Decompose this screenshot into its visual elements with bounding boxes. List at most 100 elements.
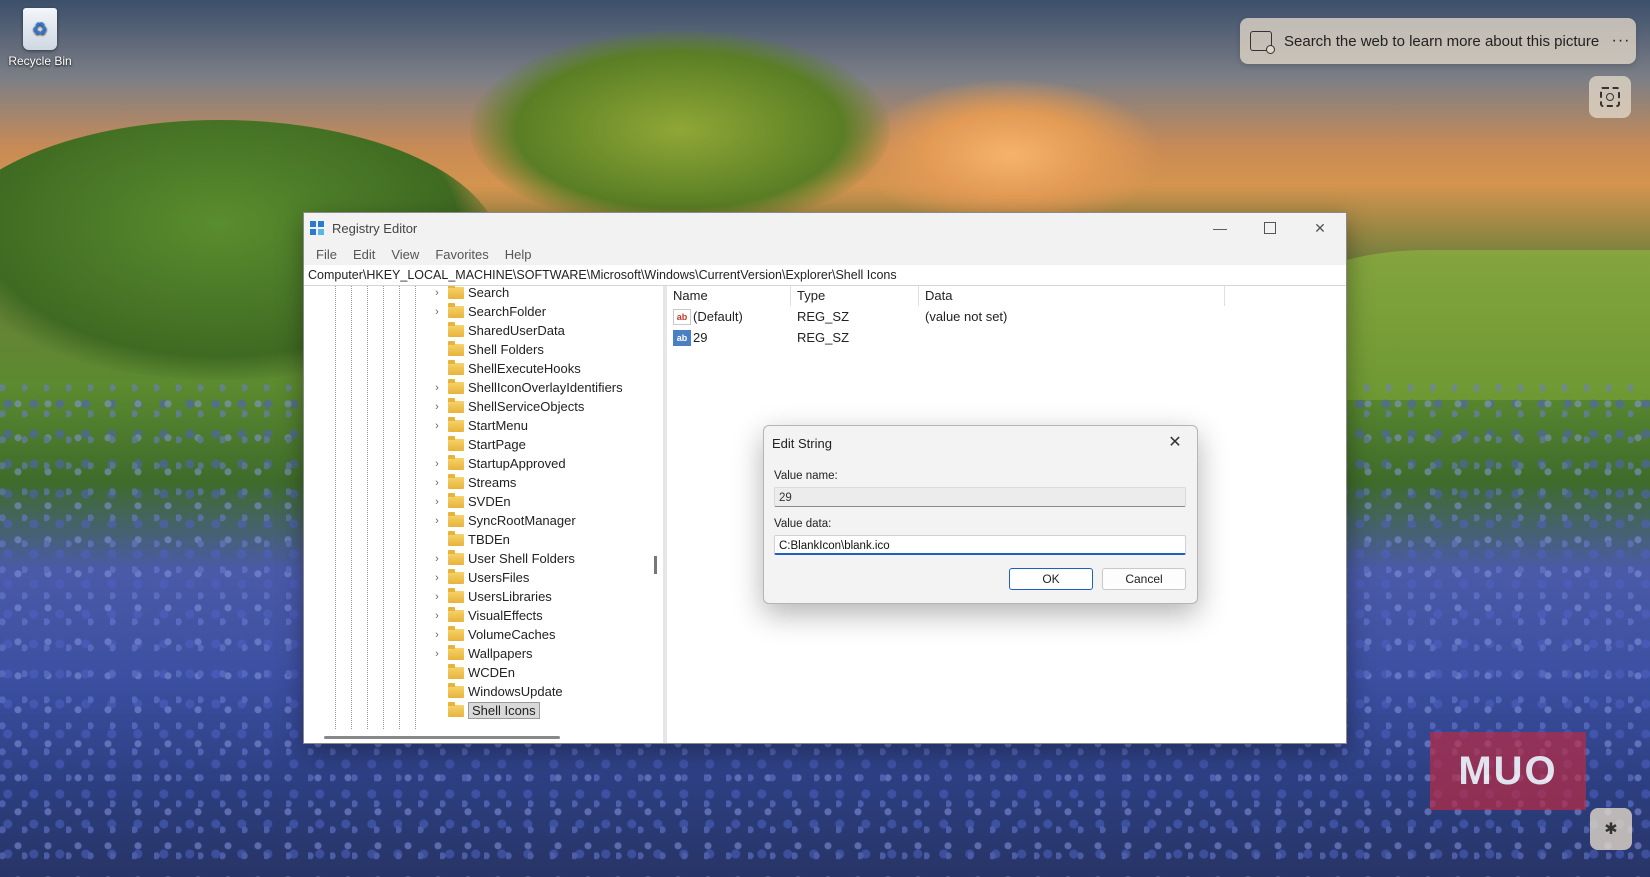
tree-node[interactable]: Shell Icons	[430, 701, 623, 720]
spotlight-search-text: Search the web to learn more about this …	[1284, 32, 1600, 50]
muo-watermark-logo: MUO	[1430, 732, 1586, 810]
folder-icon	[448, 416, 464, 432]
dialog-close-icon[interactable]: ✕	[1163, 432, 1187, 454]
expand-chevron-icon[interactable]: ›	[430, 477, 444, 489]
tree-node-label: Wallpapers	[468, 646, 533, 661]
column-header-type[interactable]: Type	[791, 286, 919, 306]
tree-node-list: › Search › SearchFolder SharedUserData Shell …	[430, 286, 623, 720]
tree-node-label: User Shell Folders	[468, 551, 575, 566]
folder-icon	[448, 359, 464, 375]
tree-node-label: WCDEn	[468, 665, 515, 680]
recycle-bin-icon: ♻	[23, 8, 57, 50]
more-options-icon[interactable]: ···	[1606, 32, 1636, 50]
tree-node[interactable]: ShellExecuteHooks	[430, 359, 623, 378]
key-tree-pane[interactable]: › Search › SearchFolder SharedUserData Shell …	[304, 286, 667, 743]
tree-node[interactable]: TBDEn	[430, 530, 623, 549]
maximize-button[interactable]	[1245, 213, 1295, 243]
folder-icon	[448, 682, 464, 698]
tree-node-label: ShellExecuteHooks	[468, 361, 581, 376]
expand-chevron-icon[interactable]: ›	[430, 629, 444, 641]
tree-node[interactable]: › ShellIconOverlayIdentifiers	[430, 378, 623, 397]
tree-node[interactable]: › VolumeCaches	[430, 625, 623, 644]
tree-node[interactable]: › Search	[430, 286, 623, 302]
tree-horizontal-scrollbar[interactable]	[324, 736, 560, 739]
tree-node-label: SharedUserData	[468, 323, 565, 338]
tree-node[interactable]: WCDEn	[430, 663, 623, 682]
tree-node[interactable]: › Streams	[430, 473, 623, 492]
tree-node-label: Shell Icons	[468, 702, 540, 719]
visual-search-button[interactable]	[1589, 76, 1631, 118]
maximize-icon	[1264, 222, 1276, 234]
tree-node[interactable]: › SyncRootManager	[430, 511, 623, 530]
folder-icon	[448, 286, 464, 299]
value-row-default[interactable]: ab (Default) REG_SZ (value not set)	[667, 306, 1346, 327]
expand-chevron-icon[interactable]: ›	[430, 496, 444, 508]
title-bar[interactable]: Registry Editor — ✕	[304, 213, 1346, 243]
folder-icon	[448, 321, 464, 337]
column-header-name[interactable]: Name	[667, 286, 791, 306]
tree-vertical-scrollbar[interactable]	[654, 556, 657, 574]
menu-help[interactable]: Help	[505, 247, 532, 262]
column-header-data[interactable]: Data	[919, 286, 1225, 306]
tree-node-label: Streams	[468, 475, 517, 490]
tree-node[interactable]: WindowsUpdate	[430, 682, 623, 701]
tree-node[interactable]: › VisualEffects	[430, 606, 623, 625]
tree-node[interactable]: › SearchFolder	[430, 302, 623, 321]
menu-bar: File Edit View Favorites Help	[304, 243, 1346, 265]
expand-chevron-icon[interactable]: ›	[430, 306, 444, 318]
expand-chevron-icon[interactable]: ›	[430, 287, 444, 299]
cancel-button[interactable]: Cancel	[1102, 568, 1186, 590]
value-name: 29	[693, 330, 708, 345]
tree-node[interactable]: › UsersFiles	[430, 568, 623, 587]
close-button[interactable]: ✕	[1295, 213, 1345, 243]
minimize-button[interactable]: —	[1195, 213, 1245, 243]
folder-icon	[448, 454, 464, 470]
expand-chevron-icon[interactable]: ›	[430, 401, 444, 413]
tree-node-label: StartPage	[468, 437, 526, 452]
expand-chevron-icon[interactable]: ›	[430, 591, 444, 603]
folder-icon	[448, 530, 464, 546]
values-header: Name Type Data	[667, 286, 1346, 306]
tree-node[interactable]: › ShellServiceObjects	[430, 397, 623, 416]
expand-chevron-icon[interactable]: ›	[430, 610, 444, 622]
expand-chevron-icon[interactable]: ›	[430, 382, 444, 394]
tree-node-label: VisualEffects	[468, 608, 543, 623]
value-row-29[interactable]: ab 29 REG_SZ	[667, 327, 1346, 348]
tree-node-label: SearchFolder	[468, 304, 547, 319]
expand-chevron-icon[interactable]: ›	[430, 572, 444, 584]
value-name-field: 29	[774, 487, 1186, 507]
tree-node-label: StartupApproved	[468, 456, 566, 471]
value-data: (value not set)	[925, 309, 1008, 324]
expand-chevron-icon[interactable]: ›	[430, 648, 444, 660]
value-data-input[interactable]: C:BlankIcon\blank.ico	[774, 535, 1186, 555]
address-bar[interactable]: Computer\HKEY_LOCAL_MACHINE\SOFTWARE\Mic…	[304, 265, 1346, 286]
expand-chevron-icon[interactable]: ›	[430, 420, 444, 432]
tree-node[interactable]: SharedUserData	[430, 321, 623, 340]
ok-button[interactable]: OK	[1009, 568, 1093, 590]
bug-icon: ✱	[1604, 821, 1618, 838]
recycle-bin-shortcut[interactable]: ♻ Recycle Bin	[8, 8, 72, 68]
value-name: (Default)	[693, 309, 743, 324]
expand-chevron-icon[interactable]: ›	[430, 553, 444, 565]
ab-string-icon-selected: ab	[673, 329, 691, 346]
tree-node[interactable]: › StartMenu	[430, 416, 623, 435]
tree-node[interactable]: › Wallpapers	[430, 644, 623, 663]
expand-chevron-icon[interactable]: ›	[430, 515, 444, 527]
tree-node[interactable]: › UsersLibraries	[430, 587, 623, 606]
tree-node[interactable]: StartPage	[430, 435, 623, 454]
tree-node-label: Shell Folders	[468, 342, 544, 357]
menu-edit[interactable]: Edit	[353, 247, 375, 262]
feedback-bug-button[interactable]: ✱	[1590, 808, 1632, 850]
spotlight-search-pill[interactable]: Search the web to learn more about this …	[1240, 18, 1636, 64]
close-icon: ✕	[1314, 219, 1326, 236]
tree-node[interactable]: › StartupApproved	[430, 454, 623, 473]
tree-node[interactable]: › SVDEn	[430, 492, 623, 511]
expand-chevron-icon[interactable]: ›	[430, 458, 444, 470]
menu-favorites[interactable]: Favorites	[435, 247, 488, 262]
tree-node[interactable]: › User Shell Folders	[430, 549, 623, 568]
tree-node[interactable]: Shell Folders	[430, 340, 623, 359]
visual-search-icon	[1600, 87, 1620, 107]
folder-icon	[448, 625, 464, 641]
menu-file[interactable]: File	[316, 247, 337, 262]
menu-view[interactable]: View	[391, 247, 419, 262]
